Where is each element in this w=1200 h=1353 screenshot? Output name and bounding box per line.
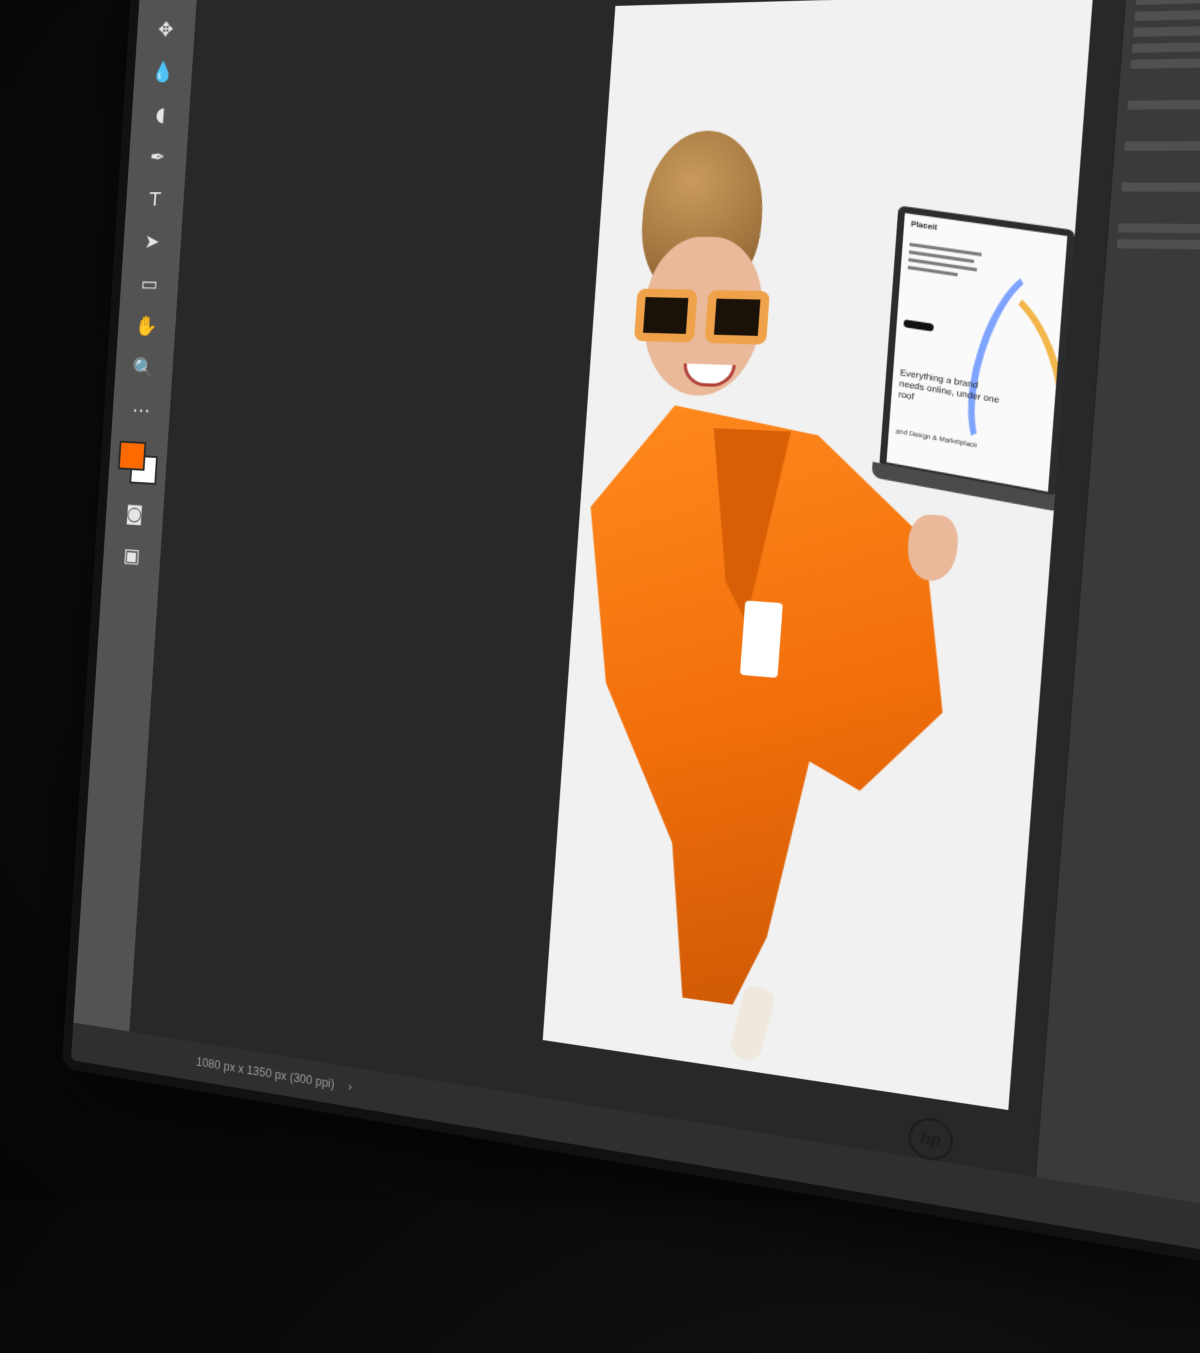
- panel-row[interactable]: [1130, 56, 1200, 69]
- panel-row[interactable]: [1121, 182, 1200, 192]
- panel-row[interactable]: [1134, 9, 1200, 21]
- path-selection-tool-icon[interactable]: ➤: [136, 225, 168, 258]
- laptop-footer-text: and Design & Marketplace: [895, 428, 978, 450]
- blur-tool-icon[interactable]: 💧: [147, 55, 180, 88]
- quick-mask-icon[interactable]: ◙: [118, 496, 150, 530]
- document-dimensions: 1080 px x 1350 px (300 ppi): [195, 1054, 335, 1092]
- pen-tool-icon[interactable]: ✒: [141, 140, 174, 173]
- laptop-brand: Placeit: [910, 220, 938, 233]
- laptop-cta-button: [903, 319, 934, 332]
- move-tool-icon[interactable]: ✥: [150, 12, 183, 46]
- type-tool-icon[interactable]: T: [139, 183, 171, 216]
- laptop-display: Placeit Everything a brand needs online,…: [886, 213, 1068, 492]
- panel-row[interactable]: [1118, 223, 1200, 235]
- panel-row[interactable]: [1131, 41, 1200, 53]
- panel-row[interactable]: [1116, 239, 1200, 250]
- foreground-color-swatch[interactable]: [117, 440, 147, 471]
- zoom-tool-icon[interactable]: 🔍: [128, 351, 160, 385]
- panel-row[interactable]: [1133, 23, 1200, 37]
- panel-row[interactable]: [1124, 140, 1200, 151]
- document-canvas[interactable]: Placeit Everything a brand needs online,…: [542, 0, 1094, 1111]
- laptop-body-text: [907, 242, 982, 285]
- more-tools-icon[interactable]: ⋯: [125, 393, 157, 427]
- white-top: [739, 600, 783, 678]
- canvas-workspace[interactable]: Placeit Everything a brand needs online,…: [129, 0, 1128, 1177]
- laptop-mockup: Placeit Everything a brand needs online,…: [871, 205, 1076, 534]
- left-lens: [633, 288, 698, 343]
- chevron-right-icon[interactable]: ›: [347, 1080, 353, 1095]
- color-swatches[interactable]: [117, 440, 159, 485]
- monitor: ✥ 💧 ◖ ✒ T ➤ ▭ ✋ 🔍 ⋯ ◙ ▣ Placeit Everythi…: [15, 0, 1200, 1352]
- rectangle-tool-icon[interactable]: ▭: [133, 267, 165, 300]
- dodge-tool-icon[interactable]: ◖: [144, 98, 177, 131]
- hand-tool-icon[interactable]: ✋: [131, 309, 163, 342]
- panel-row[interactable]: [1127, 99, 1200, 110]
- orange-sunglasses: [633, 288, 779, 348]
- right-lens: [704, 289, 770, 345]
- screen-mode-icon[interactable]: ▣: [116, 538, 148, 573]
- photoshop-window: ✥ 💧 ◖ ✒ T ➤ ▭ ✋ 🔍 ⋯ ◙ ▣ Placeit Everythi…: [70, 0, 1200, 1253]
- laptop-screen: Placeit Everything a brand needs online,…: [879, 205, 1076, 500]
- panel-row[interactable]: [1135, 0, 1200, 5]
